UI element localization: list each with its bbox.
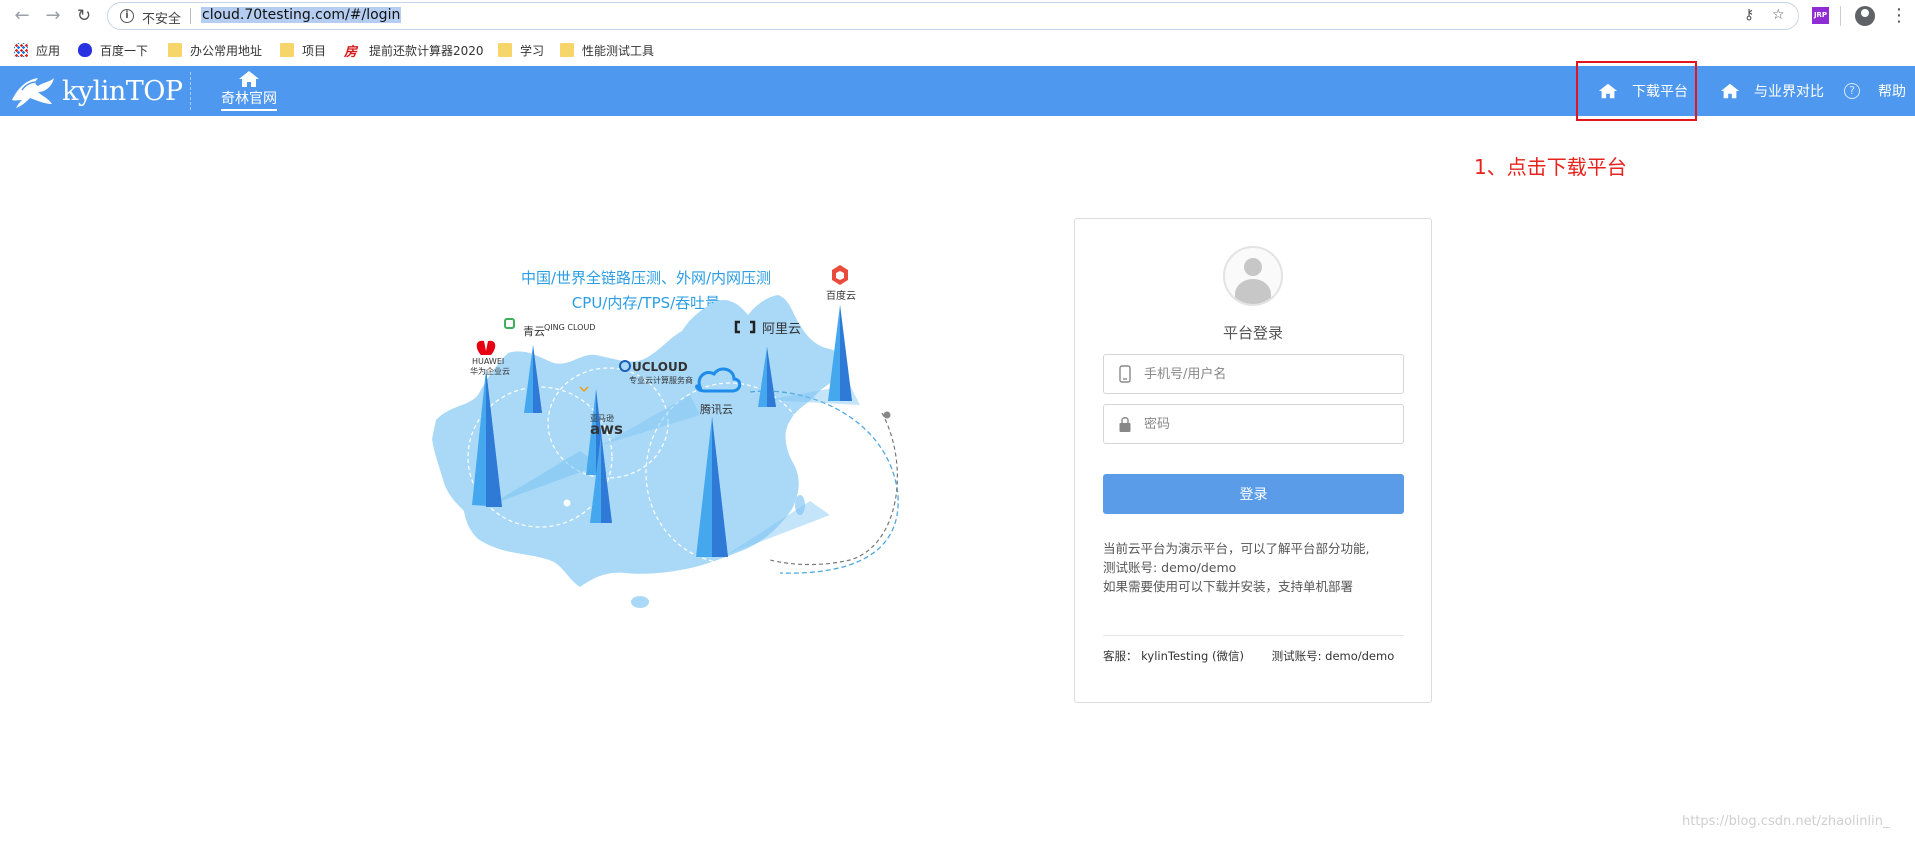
baidu-paw-icon bbox=[78, 43, 92, 57]
home-icon bbox=[1720, 83, 1740, 99]
bookmark-label: 学习 bbox=[520, 43, 545, 58]
bookmark-label: 项目 bbox=[302, 43, 327, 58]
qingyun-logo-icon bbox=[504, 318, 515, 329]
toolbar-divider bbox=[1840, 6, 1841, 26]
bookmark-baidu[interactable]: 百度一下 bbox=[78, 40, 148, 60]
kylin-logo-icon bbox=[12, 78, 54, 108]
bookmark-study[interactable]: 学习 bbox=[498, 40, 544, 60]
bookmark-perf-tools[interactable]: 性能测试工具 bbox=[560, 40, 654, 60]
brand-aliyun: 阿里云 bbox=[762, 322, 802, 337]
highlight-box bbox=[1576, 61, 1697, 121]
password-input[interactable] bbox=[1144, 416, 1384, 432]
test-account: 测试账号: demo/demo bbox=[1271, 649, 1395, 663]
bookmark-label: 应用 bbox=[36, 43, 61, 58]
apps-grid-icon bbox=[14, 43, 28, 57]
china-map-illustration: 中国/世界全链路压测、外网/内网压测 CPU/内存/TPS/吞吐量 青云 QIN… bbox=[430, 255, 910, 615]
brand-tencent: 腾讯云 bbox=[700, 403, 733, 416]
bookmark-label: 百度一下 bbox=[100, 43, 149, 58]
brand-qingyun: 青云 bbox=[523, 325, 545, 338]
nav-label: 帮助 bbox=[1878, 84, 1906, 100]
brand-qingyun-en: QING CLOUD bbox=[544, 323, 596, 332]
star-icon[interactable]: ☆ bbox=[1772, 7, 1785, 23]
bookmark-project[interactable]: 项目 bbox=[280, 40, 326, 60]
brand-ucloud-sub: 专业云计算服务商 bbox=[629, 376, 693, 385]
nav-industry-comparison[interactable]: 与业界对比 bbox=[1720, 66, 1824, 116]
key-icon[interactable]: ⚷ bbox=[1744, 7, 1754, 23]
watermark: https://blog.csdn.net/zhaolinlin_ bbox=[1682, 814, 1890, 829]
notice-line: 如果需要使用可以下载并安装，支持单机部署 bbox=[1103, 579, 1354, 594]
folder-icon bbox=[280, 43, 294, 57]
info-icon[interactable]: i bbox=[120, 9, 134, 23]
bookmark-office[interactable]: 办公常用地址 bbox=[168, 40, 262, 60]
demo-notice: 当前云平台为演示平台，可以了解平台部分功能, 测试账号: demo/demo 如… bbox=[1103, 539, 1421, 596]
brand-huawei: HUAWEI bbox=[472, 357, 505, 366]
login-card: 平台登录 登录 当前云平台为演示平台，可以了解平台部分功能, 测试账号: dem… bbox=[1074, 218, 1432, 703]
profile-icon[interactable] bbox=[1855, 6, 1875, 26]
brand-ucloud: UCLOUD bbox=[632, 360, 688, 374]
bookmark-label: 提前还款计算器2020 bbox=[369, 43, 484, 58]
brand-huawei-cloud: 华为企业云 bbox=[470, 367, 510, 376]
fang-logo-icon: 房 bbox=[344, 44, 358, 60]
logo-text: kylinTOP bbox=[62, 75, 183, 107]
bookmark-apps[interactable]: 应用 bbox=[14, 40, 60, 60]
insecure-label: 不安全 bbox=[142, 12, 182, 27]
official-site-link[interactable]: 奇林官网 bbox=[218, 70, 280, 114]
brand-baidu-cloud: 百度云 bbox=[826, 291, 856, 302]
help-icon: ? bbox=[1844, 83, 1860, 99]
notice-line: 测试账号: demo/demo bbox=[1103, 560, 1237, 575]
bookmark-label: 办公常用地址 bbox=[190, 43, 263, 58]
lock-icon bbox=[1119, 417, 1131, 432]
nav-help[interactable]: ? 帮助 bbox=[1844, 66, 1906, 116]
folder-icon bbox=[168, 43, 182, 57]
annotation-text: 1、点击下载平台 bbox=[1474, 155, 1627, 179]
logo[interactable]: kylinTOP bbox=[8, 70, 183, 112]
menu-icon[interactable]: ⋮ bbox=[1890, 4, 1908, 28]
username-input[interactable] bbox=[1144, 366, 1384, 382]
phone-icon bbox=[1119, 365, 1131, 383]
support-contact: 客服： kylinTesting (微信) bbox=[1103, 649, 1244, 663]
notice-line: 当前云平台为演示平台，可以了解平台部分功能, bbox=[1103, 541, 1370, 556]
browser-toolbar: ← → ↻ i 不安全 cloud.70testing.com/#/login … bbox=[0, 0, 1915, 32]
address-bar[interactable]: i 不安全 cloud.70testing.com/#/login ⚷ ☆ bbox=[107, 2, 1799, 30]
official-site-label: 奇林官网 bbox=[221, 88, 277, 111]
nav-label: 与业界对比 bbox=[1754, 84, 1824, 100]
avatar-icon bbox=[1223, 246, 1283, 306]
bookmark-calculator[interactable]: 房 提前还款计算器2020 bbox=[344, 40, 484, 60]
extension-icon[interactable]: JRP bbox=[1812, 7, 1829, 24]
huawei-logo-icon bbox=[476, 340, 496, 355]
folder-icon bbox=[498, 43, 512, 57]
login-button[interactable]: 登录 bbox=[1103, 474, 1404, 514]
url-text[interactable]: cloud.70testing.com/#/login bbox=[201, 7, 402, 23]
password-field[interactable] bbox=[1103, 404, 1404, 444]
bookmark-label: 性能测试工具 bbox=[582, 43, 655, 58]
card-divider bbox=[1103, 635, 1404, 636]
header-divider bbox=[190, 72, 191, 110]
forward-button[interactable]: → bbox=[41, 4, 65, 28]
brand-aws: aws bbox=[590, 420, 623, 438]
home-icon bbox=[239, 71, 259, 87]
back-button[interactable]: ← bbox=[10, 4, 34, 28]
reload-button[interactable]: ↻ bbox=[72, 4, 96, 28]
omnibox-separator bbox=[190, 8, 191, 24]
map-graphic bbox=[432, 265, 899, 608]
folder-icon bbox=[560, 43, 574, 57]
card-footer: 客服： kylinTesting (微信) 测试账号: demo/demo bbox=[1103, 648, 1394, 664]
username-field[interactable] bbox=[1103, 354, 1404, 394]
login-title: 平台登录 bbox=[1222, 324, 1283, 342]
